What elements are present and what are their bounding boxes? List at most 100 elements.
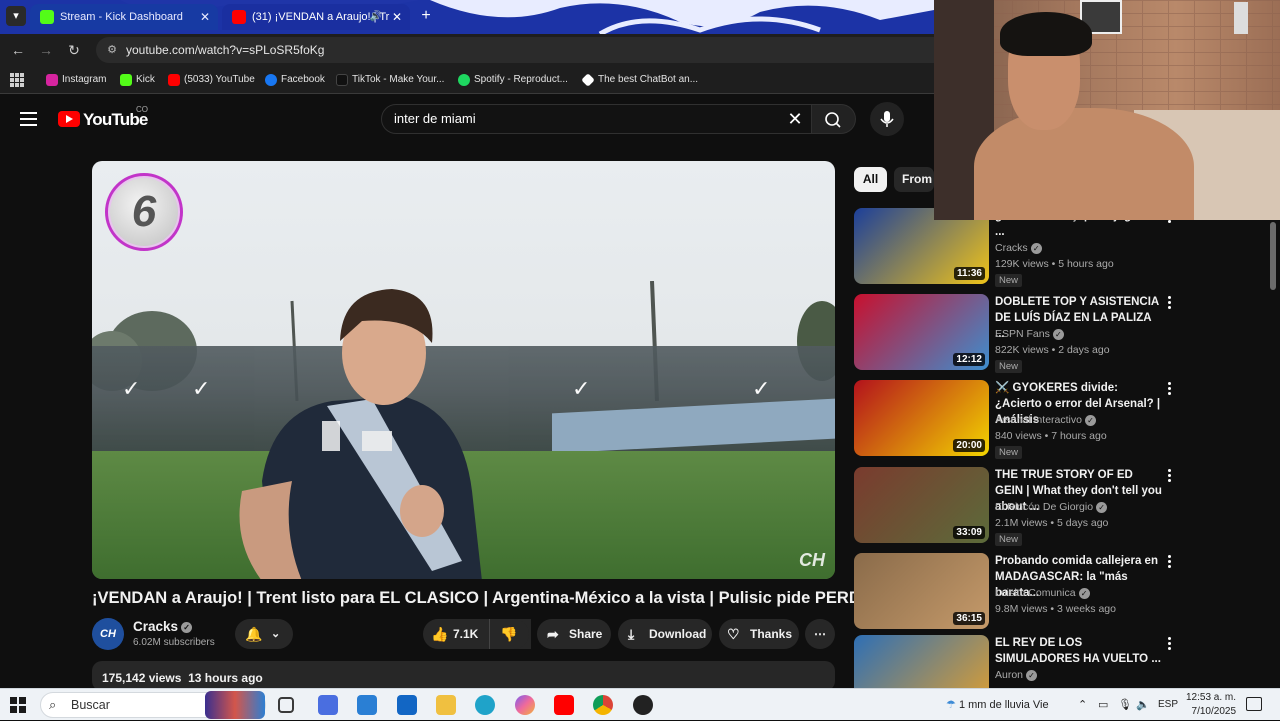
navigation-bar: ← → ↻ ⚙ youtube.com/watch?v=sPLoSR5foKg xyxy=(0,34,934,66)
clear-search-icon[interactable]: ✕ xyxy=(785,109,805,129)
more-vertical-icon[interactable] xyxy=(1166,382,1172,398)
outlook-app-icon[interactable] xyxy=(397,695,417,715)
microphone-tray-icon[interactable]: 🎙 xyxy=(1118,689,1132,721)
search-highlight-art xyxy=(205,691,265,719)
close-tab-icon[interactable]: ✕ xyxy=(392,4,402,30)
tab-search-menu-button[interactable]: ▾ xyxy=(6,6,26,26)
tab-youtube-video[interactable]: (31) ¡VENDAN a Araujo! | Tr 🔊 ✕ xyxy=(222,4,410,30)
more-vertical-icon[interactable] xyxy=(1166,469,1172,485)
menu-icon[interactable] xyxy=(20,112,37,126)
more-vertical-icon[interactable] xyxy=(1166,637,1172,653)
network-icon[interactable]: ▭ xyxy=(1098,689,1108,721)
weather-text: 1 mm de lluvia Vie xyxy=(958,699,1049,711)
video-title[interactable]: EL REY DE LOS SIMULADORES HA VUELTO ... xyxy=(995,635,1163,667)
address-bar[interactable]: ⚙ youtube.com/watch?v=sPLoSR5foKg xyxy=(96,37,934,63)
recommended-video[interactable]: 36:15 Probando comida callejera en MADAGA… xyxy=(854,553,1274,633)
bookmark-tiktok[interactable]: TikTok - Make Your... xyxy=(336,66,444,94)
youtube-app-icon[interactable] xyxy=(554,695,574,715)
more-vertical-icon[interactable] xyxy=(1166,555,1172,571)
notification-center-icon[interactable] xyxy=(1246,697,1262,711)
video-views-age: 822K views • 2 days ago xyxy=(995,344,1110,356)
obs-app-icon[interactable] xyxy=(633,695,653,715)
taskbar-search[interactable]: ⌕ Buscar xyxy=(40,691,266,719)
tab-kick-dashboard[interactable]: Stream - Kick Dashboard ✕ xyxy=(30,4,218,30)
apps-grid-icon[interactable] xyxy=(10,73,24,87)
video-duration: 11:36 xyxy=(953,267,985,280)
channel-name[interactable]: Auron ✓ xyxy=(995,669,1038,681)
search-input[interactable]: inter de miami ✕ xyxy=(381,104,812,134)
speaker-icon[interactable]: 🔊 xyxy=(370,4,382,30)
back-arrow-icon[interactable]: ← xyxy=(8,40,28,60)
edge-browser-icon[interactable] xyxy=(475,695,495,715)
thanks-button[interactable]: ♡ Thanks xyxy=(719,619,799,649)
widgets-app-icon[interactable] xyxy=(318,695,338,715)
description-box[interactable]: 175,142 views 13 hours ago xyxy=(92,661,835,691)
copilot-app-icon[interactable] xyxy=(515,695,535,715)
channel-name[interactable]: Cracks ✓ xyxy=(133,619,193,634)
clock[interactable]: 12:53 a. m. 7/10/2025 xyxy=(1186,691,1236,719)
search-button[interactable] xyxy=(812,104,856,134)
scrollbar-thumb[interactable] xyxy=(1270,222,1276,290)
task-view-icon[interactable] xyxy=(278,697,294,713)
new-badge: New xyxy=(995,446,1023,459)
weather-icon: ☂ xyxy=(946,699,956,711)
channel-avatar[interactable]: CH xyxy=(92,618,124,650)
channel-name-text[interactable]: Auron xyxy=(995,669,1023,681)
channel-name-text[interactable]: Cracks xyxy=(995,242,1028,254)
store-app-icon[interactable] xyxy=(357,695,377,715)
download-button[interactable]: ⤓ Download xyxy=(618,619,712,649)
bookmark-youtube[interactable]: (5033) YouTube xyxy=(168,66,255,94)
more-vertical-icon[interactable] xyxy=(1166,296,1172,312)
more-actions-button[interactable]: ⋯ xyxy=(805,619,835,649)
recommended-video[interactable]: 20:00 ⚔️ GYOKERES divide: ¿Acierto o erro… xyxy=(854,380,1274,460)
chip-all[interactable]: All xyxy=(854,167,887,192)
video-thumbnail[interactable]: 12:12 xyxy=(854,294,989,370)
bookmark-spotify[interactable]: Spotify - Reproduct... xyxy=(458,66,568,94)
bookmark-label: Kick xyxy=(136,74,155,85)
volume-icon[interactable]: 🔈 xyxy=(1136,689,1150,721)
channel-name[interactable]: Arsenal Interactivo ✓ xyxy=(995,414,1096,426)
sidebar-scrollbar[interactable] xyxy=(1268,220,1278,686)
video-thumbnail[interactable]: 20:00 xyxy=(854,380,989,456)
notifications-button[interactable]: 🔔 ⌄ xyxy=(235,619,293,649)
search-query[interactable]: inter de miami xyxy=(394,105,476,133)
recommended-video[interactable]: 33:09 THE TRUE STORY OF ED GEIN | What th… xyxy=(854,467,1274,547)
url-text[interactable]: youtube.com/watch?v=sPLoSR5foKg xyxy=(126,37,324,63)
recommended-video[interactable]: 12:12 DOBLETE TOP Y ASISTENCIA DE LUÍS DÍ… xyxy=(854,294,1274,374)
file-explorer-icon[interactable] xyxy=(436,695,456,715)
channel-name[interactable]: El Rincón De Giorgio ✓ xyxy=(995,501,1108,513)
channel-name[interactable]: ESPN Fans ✓ xyxy=(995,328,1064,340)
bookmark-facebook[interactable]: Facebook xyxy=(265,66,325,94)
site-info-icon[interactable]: ⚙ xyxy=(104,42,120,58)
channel-name-text[interactable]: Arsenal Interactivo xyxy=(995,414,1082,426)
dislike-button[interactable]: 👎 xyxy=(489,619,529,649)
chip-from-channel[interactable]: From C xyxy=(894,167,934,192)
channel-name[interactable]: Cracks ✓ xyxy=(995,242,1042,254)
voice-search-button[interactable] xyxy=(870,102,904,136)
show-hidden-icons[interactable]: ⌃ xyxy=(1078,689,1087,721)
bookmarks-bar: Instagram Kick (5033) YouTube Facebook T… xyxy=(0,66,934,94)
new-tab-button[interactable]: + xyxy=(416,6,436,26)
bookmark-kick[interactable]: Kick xyxy=(120,66,155,94)
chrome-app-icon[interactable] xyxy=(593,695,613,715)
close-tab-icon[interactable]: ✕ xyxy=(200,4,210,30)
reload-icon[interactable]: ↻ xyxy=(64,40,84,60)
windows-taskbar: ⌕ Buscar ☂ 1 mm de lluvia Vie ⌃ ▭ 🎙 🔈 ES… xyxy=(0,688,1280,720)
share-button[interactable]: ➦ Share xyxy=(537,619,611,649)
video-thumbnail[interactable]: 36:15 xyxy=(854,553,989,629)
video-thumbnail[interactable]: 33:09 xyxy=(854,467,989,543)
channel-name-text[interactable]: ESPN Fans xyxy=(995,328,1050,340)
channel-name-text[interactable]: Cracks xyxy=(133,619,178,634)
video-player[interactable]: ✓ ✓ ✓ ✓ 6 CH xyxy=(92,161,835,579)
channel-name-text[interactable]: El Rincón De Giorgio xyxy=(995,501,1093,513)
channel-name-text[interactable]: Luisito Comunica xyxy=(995,587,1076,599)
facebook-icon xyxy=(265,74,277,86)
channel-name[interactable]: Luisito Comunica ✓ xyxy=(995,587,1090,599)
weather-widget[interactable]: ☂ 1 mm de lluvia Vie xyxy=(946,689,1049,721)
bookmark-instagram[interactable]: Instagram xyxy=(46,66,106,94)
forward-arrow-icon[interactable]: → xyxy=(36,40,56,60)
input-language[interactable]: ESP xyxy=(1158,689,1178,721)
recommended-video[interactable]: 11:36ganarle al Barça| Sí a jugar en ...… xyxy=(854,208,1274,288)
windows-start-icon[interactable] xyxy=(10,697,26,713)
bookmark-chatbot[interactable]: The best ChatBot an... xyxy=(581,66,698,94)
